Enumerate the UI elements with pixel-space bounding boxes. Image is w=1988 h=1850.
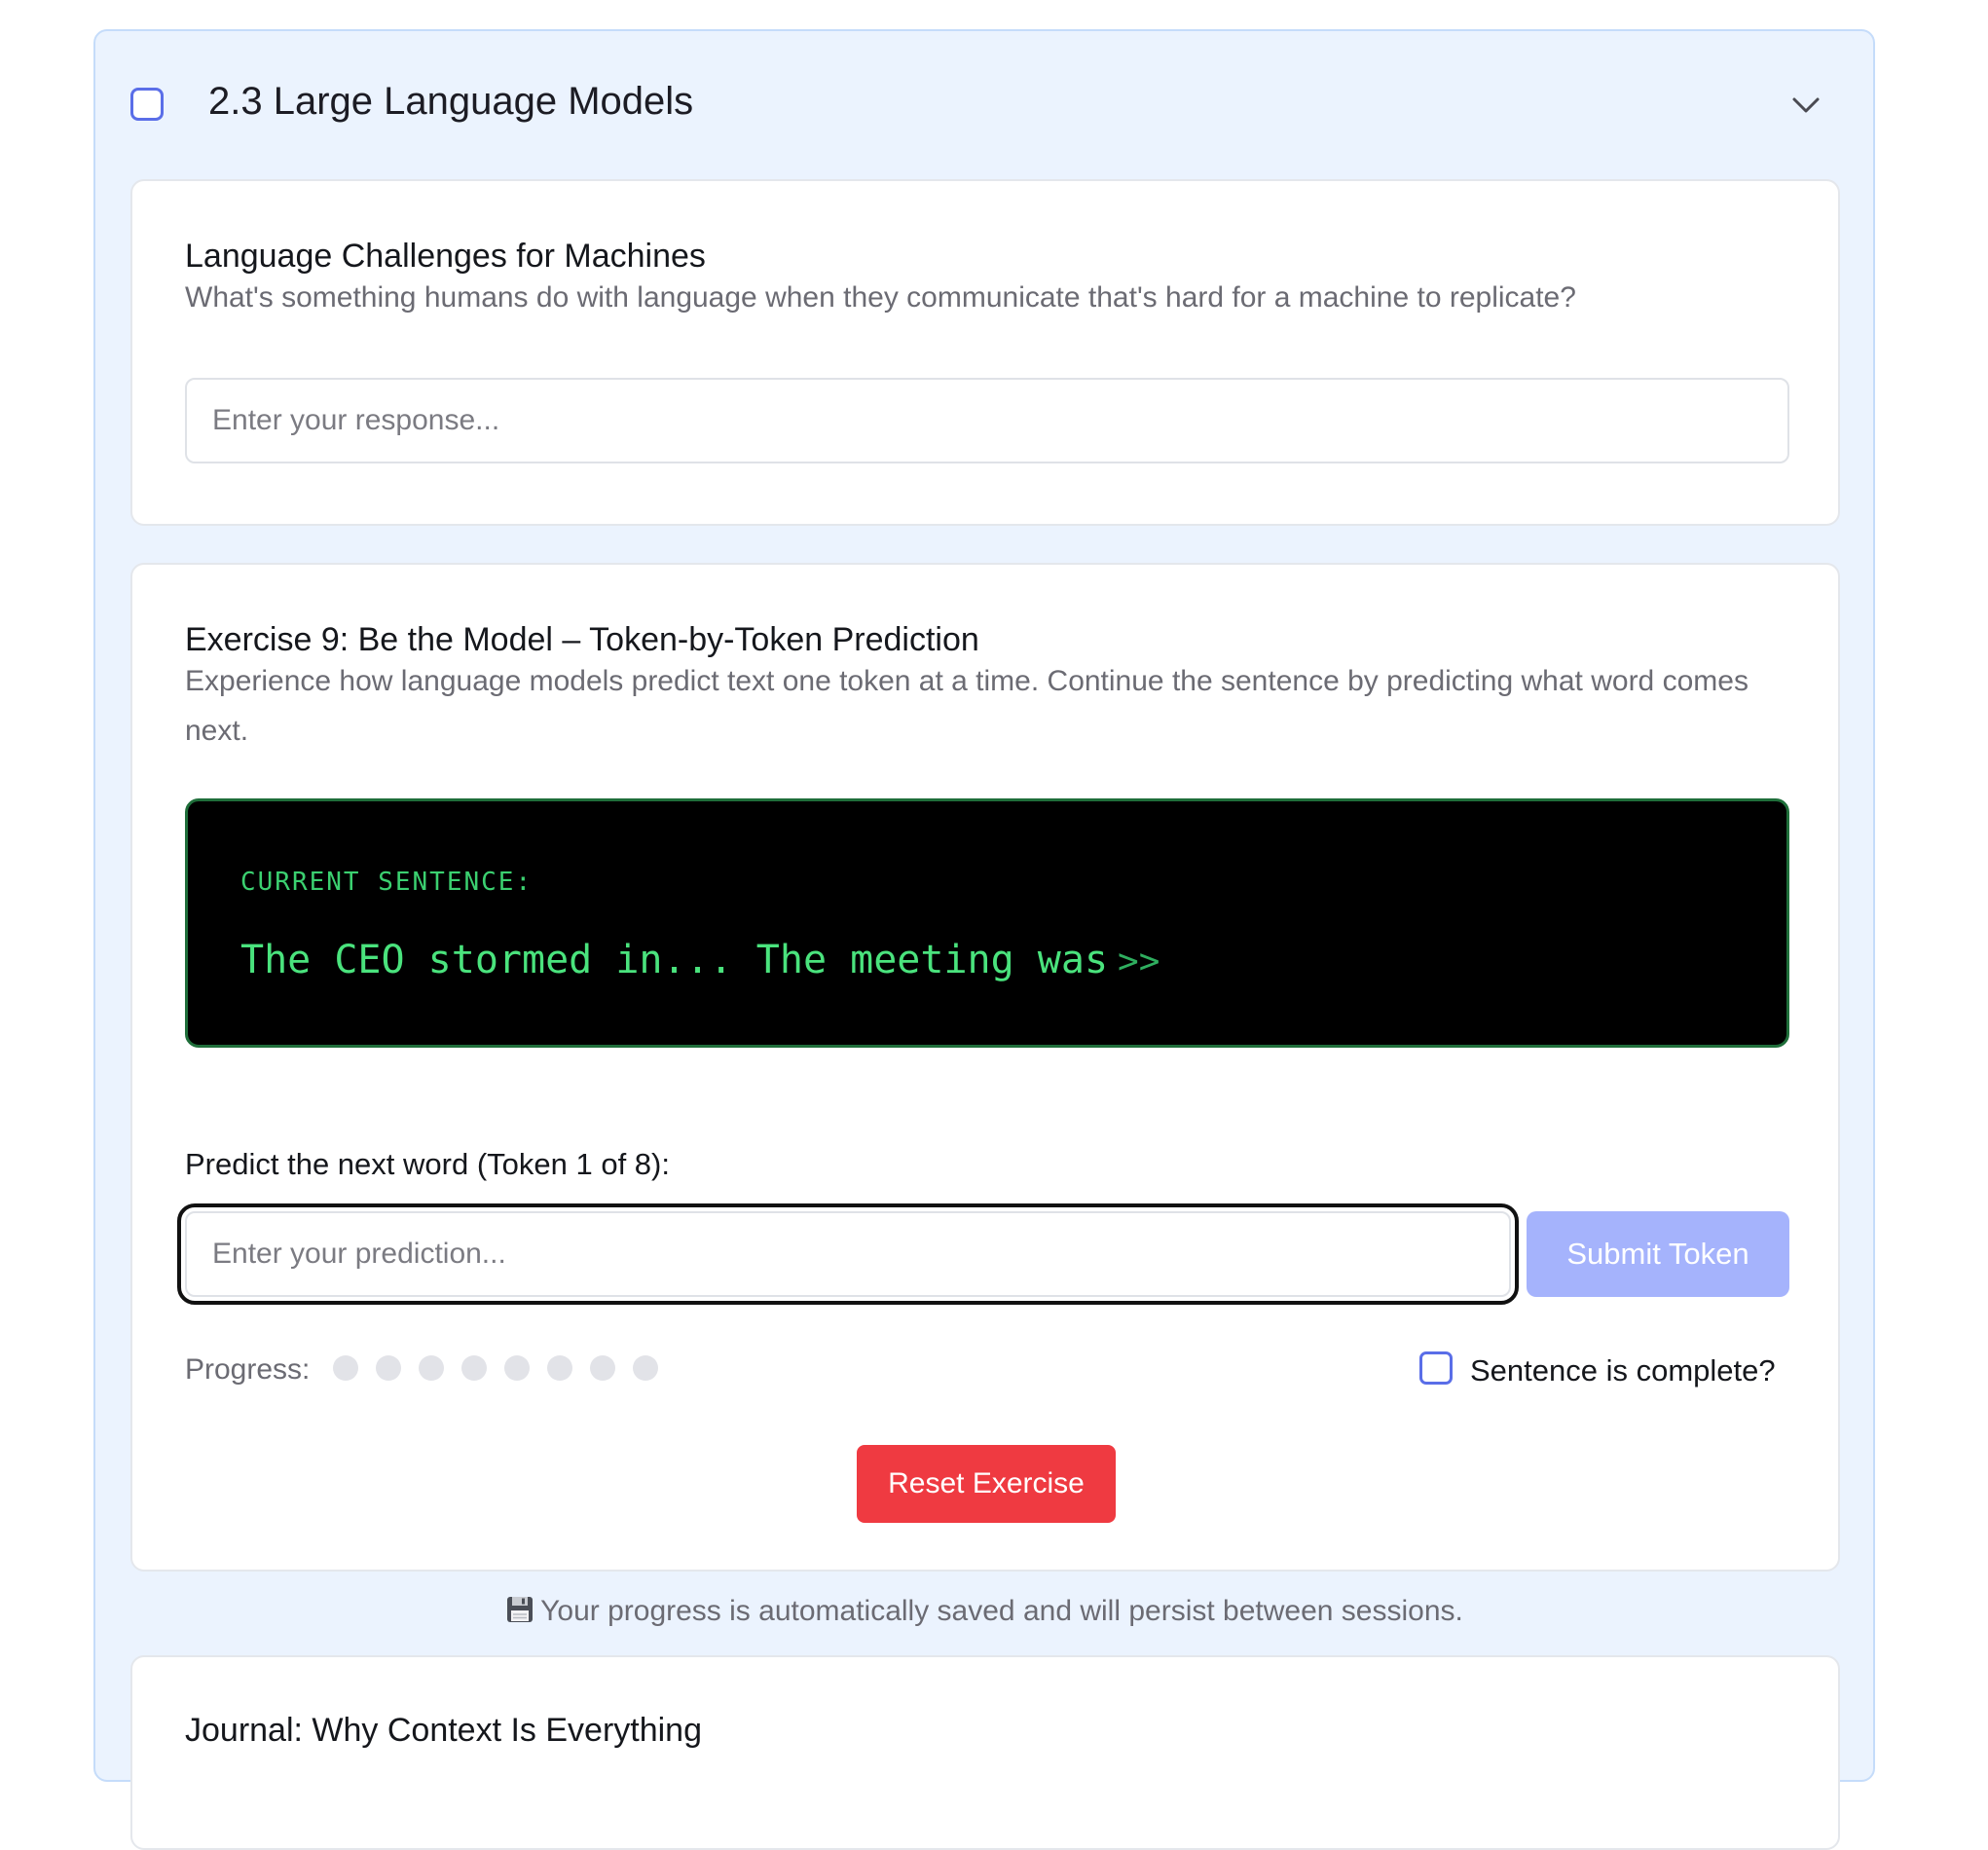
journal-title: Journal: Why Context Is Everything — [185, 1712, 703, 1749]
prediction-input[interactable] — [177, 1203, 1519, 1305]
exercise-description: Experience how language models predict t… — [185, 665, 1749, 747]
progress-dot — [419, 1355, 444, 1381]
progress-label: Progress: — [185, 1353, 311, 1386]
progress-dot — [504, 1355, 530, 1381]
floppy-disk-icon — [507, 1597, 534, 1622]
reset-exercise-button[interactable]: Reset Exercise — [857, 1445, 1116, 1523]
terminal-label: CURRENT SENTENCE: — [240, 868, 534, 897]
section-panel: 2.3 Large Language Models Language Chall… — [93, 29, 1875, 1850]
progress-dot — [547, 1355, 572, 1381]
current-sentence: The CEO stormed in... The meeting was >> — [240, 938, 1160, 982]
predict-label: Predict the next word (Token 1 of 8): — [185, 1147, 670, 1181]
sentence-complete-label[interactable]: Sentence is complete? — [1470, 1353, 1776, 1388]
sentence-terminal: CURRENT SENTENCE: The CEO stormed in... … — [185, 798, 1789, 1048]
progress-dots — [333, 1355, 658, 1381]
prompt-cursor: >> — [1118, 942, 1160, 981]
chevron-down-icon[interactable] — [1789, 93, 1822, 117]
card-description: What's something humans do with language… — [185, 281, 1576, 314]
progress-dot — [461, 1355, 487, 1381]
journal-card: Journal: Why Context Is Everything — [130, 1655, 1840, 1850]
exercise-card: Exercise 9: Be the Model – Token-by-Toke… — [130, 563, 1840, 1572]
section-complete-checkbox[interactable] — [130, 88, 164, 121]
autosave-text: Your progress is automatically saved and… — [540, 1595, 1463, 1627]
autosave-note: Your progress is automatically saved and… — [95, 1595, 1873, 1628]
exercise-title: Exercise 9: Be the Model – Token-by-Toke… — [185, 621, 979, 658]
submit-token-button[interactable]: Submit Token — [1527, 1211, 1789, 1297]
progress-dot — [633, 1355, 658, 1381]
progress-dot — [376, 1355, 401, 1381]
sentence-text: The CEO stormed in... The meeting was — [240, 938, 1109, 982]
section-title: 2.3 Large Language Models — [208, 80, 694, 123]
progress-dot — [333, 1355, 358, 1381]
card-title: Language Challenges for Machines — [185, 238, 706, 275]
language-challenges-card: Language Challenges for Machines What's … — [130, 179, 1840, 526]
progress-dot — [590, 1355, 615, 1381]
sentence-complete-checkbox[interactable] — [1419, 1351, 1453, 1385]
response-input[interactable] — [185, 378, 1789, 463]
